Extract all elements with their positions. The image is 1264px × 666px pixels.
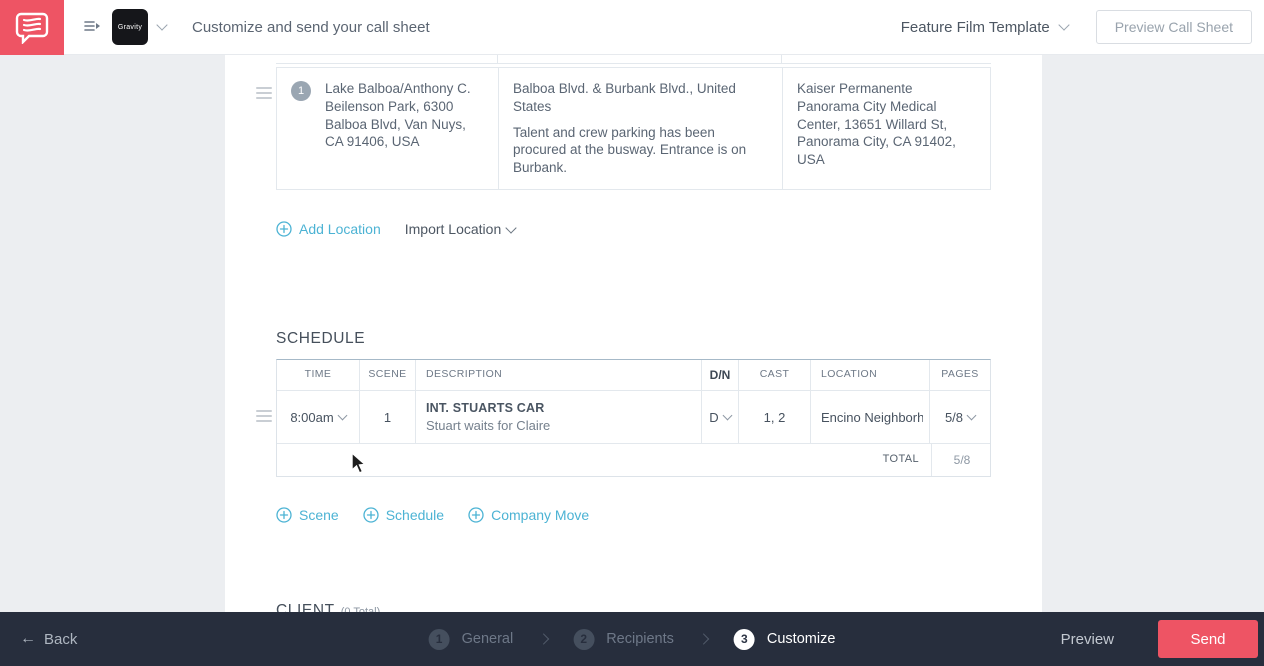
step-1-label: General bbox=[461, 631, 514, 647]
call-sheet-app: Gravity Customize and send your call she… bbox=[0, 0, 1264, 666]
location-address: Balboa Blvd. & Burbank Blvd., United Sta… bbox=[513, 81, 736, 114]
project-list-icon bbox=[84, 19, 102, 35]
scene-slugline: INT. STUARTS CAR bbox=[426, 401, 545, 416]
template-selector[interactable]: Feature Film Template bbox=[900, 18, 1070, 36]
preview-button[interactable]: Preview bbox=[1061, 631, 1114, 648]
chevron-down-icon bbox=[722, 410, 733, 421]
scene-action: Stuart waits for Claire bbox=[426, 418, 551, 434]
add-scene-button[interactable]: Scene bbox=[276, 507, 339, 523]
add-company-move-button[interactable]: Company Move bbox=[468, 507, 589, 523]
add-schedule-button[interactable]: Schedule bbox=[363, 507, 444, 523]
plus-circle-icon bbox=[276, 507, 292, 523]
chevron-down-icon bbox=[337, 410, 348, 421]
scene-number[interactable]: 1 bbox=[359, 391, 415, 444]
scene-description-cell[interactable]: INT. STUARTS CAR Stuart waits for Claire bbox=[415, 391, 701, 444]
client-section-title: CLIENT bbox=[276, 602, 335, 612]
col-scene: SCENE bbox=[359, 360, 415, 391]
step-general[interactable]: 1 General bbox=[428, 628, 514, 650]
chevron-down-icon bbox=[156, 19, 168, 31]
col-cast: CAST bbox=[738, 360, 810, 391]
chevron-down-icon bbox=[1058, 19, 1070, 31]
add-location-button[interactable]: Add Location bbox=[276, 221, 381, 237]
back-label: Back bbox=[44, 630, 78, 648]
cast-ids[interactable]: 1, 2 bbox=[738, 391, 810, 444]
schedule-table: TIME SCENE DESCRIPTION D/N CAST LOCATION… bbox=[256, 359, 992, 478]
step-1-circle: 1 bbox=[428, 628, 450, 650]
schedule-header-row: TIME SCENE DESCRIPTION D/N CAST LOCATION… bbox=[277, 360, 990, 392]
import-location-label: Import Location bbox=[404, 221, 502, 238]
template-selector-label: Feature Film Template bbox=[900, 18, 1050, 36]
location-drag-handle[interactable] bbox=[256, 87, 272, 99]
plus-circle-icon bbox=[363, 507, 379, 523]
schedule-section-title: SCHEDULE bbox=[276, 330, 366, 348]
schedule-row-drag-handle[interactable] bbox=[256, 410, 272, 423]
send-button[interactable]: Send bbox=[1158, 620, 1258, 658]
project-avatar: Gravity bbox=[112, 9, 148, 45]
add-scene-label: Scene bbox=[299, 507, 339, 524]
step-2-label: Recipients bbox=[606, 631, 674, 647]
import-location-dropdown[interactable]: Import Location bbox=[404, 221, 517, 238]
col-pages: PAGES bbox=[929, 360, 990, 391]
step-recipients[interactable]: 2 Recipients bbox=[573, 628, 674, 650]
back-button[interactable]: ← Back bbox=[20, 630, 77, 648]
add-schedule-label: Schedule bbox=[385, 507, 445, 524]
call-sheet-panel: 1 Lake Balboa/Anthony C. Beilenson Park,… bbox=[225, 55, 1042, 612]
add-location-label: Add Location bbox=[299, 221, 381, 238]
total-pages: 5/8 bbox=[931, 444, 992, 477]
wizard-steps: 1 General 2 Recipients 3 Customize bbox=[428, 628, 836, 650]
col-time: TIME bbox=[304, 368, 332, 381]
locations-table: 1 Lake Balboa/Anthony C. Beilenson Park,… bbox=[256, 55, 992, 191]
preview-call-sheet-button[interactable]: Preview Call Sheet bbox=[1095, 10, 1252, 44]
chevron-down-icon bbox=[966, 410, 977, 421]
chevron-down-icon bbox=[505, 222, 517, 234]
studiobinder-logo[interactable] bbox=[0, 0, 64, 55]
plus-circle-icon bbox=[468, 507, 484, 523]
add-company-move-label: Company Move bbox=[491, 507, 590, 524]
col-day-night: D/N bbox=[701, 360, 738, 391]
top-bar: Gravity Customize and send your call she… bbox=[0, 0, 1264, 55]
schedule-row: 8:00am 1 INT. STUARTS CAR Stuart waits f… bbox=[277, 391, 990, 445]
location-row-clipped bbox=[276, 55, 991, 64]
step-2-circle: 2 bbox=[573, 628, 595, 650]
schedule-total-row: TOTAL 5/8 bbox=[277, 444, 992, 477]
step-customize[interactable]: 3 Customize bbox=[733, 628, 836, 650]
location-hospital: Kaiser Permanente Panorama City Medical … bbox=[782, 68, 992, 190]
speech-bubble-logo-icon bbox=[15, 12, 49, 44]
step-separator-chevron-icon bbox=[698, 633, 710, 645]
plus-circle-icon bbox=[276, 221, 292, 237]
day-night-dropdown[interactable]: D bbox=[701, 391, 738, 444]
location-parking-note: Talent and crew parking has been procure… bbox=[513, 124, 747, 176]
location-number-badge: 1 bbox=[291, 81, 311, 101]
scroll-area[interactable]: 1 Lake Balboa/Anthony C. Beilenson Park,… bbox=[0, 55, 1264, 612]
pages-dropdown[interactable]: 5/8 bbox=[929, 391, 990, 444]
step-separator-chevron-icon bbox=[537, 633, 549, 645]
total-label: TOTAL bbox=[882, 453, 919, 466]
time-dropdown[interactable]: 8:00am bbox=[277, 391, 359, 443]
scene-location[interactable]: Encino Neighborhood bbox=[810, 391, 929, 444]
back-arrow-icon: ← bbox=[20, 630, 36, 647]
page-title: Customize and send your call sheet bbox=[192, 18, 430, 36]
location-name: Lake Balboa/Anthony C. Beilenson Park, 6… bbox=[325, 81, 471, 150]
col-description: DESCRIPTION bbox=[415, 360, 701, 391]
step-3-label: Customize bbox=[766, 631, 836, 647]
wizard-footer: ← Back 1 General 2 Recipients 3 Customiz… bbox=[0, 612, 1264, 666]
project-switcher[interactable]: Gravity bbox=[84, 9, 168, 45]
location-row[interactable]: 1 Lake Balboa/Anthony C. Beilenson Park,… bbox=[276, 67, 992, 191]
col-location: LOCATION bbox=[810, 360, 929, 391]
step-3-circle: 3 bbox=[733, 628, 755, 650]
